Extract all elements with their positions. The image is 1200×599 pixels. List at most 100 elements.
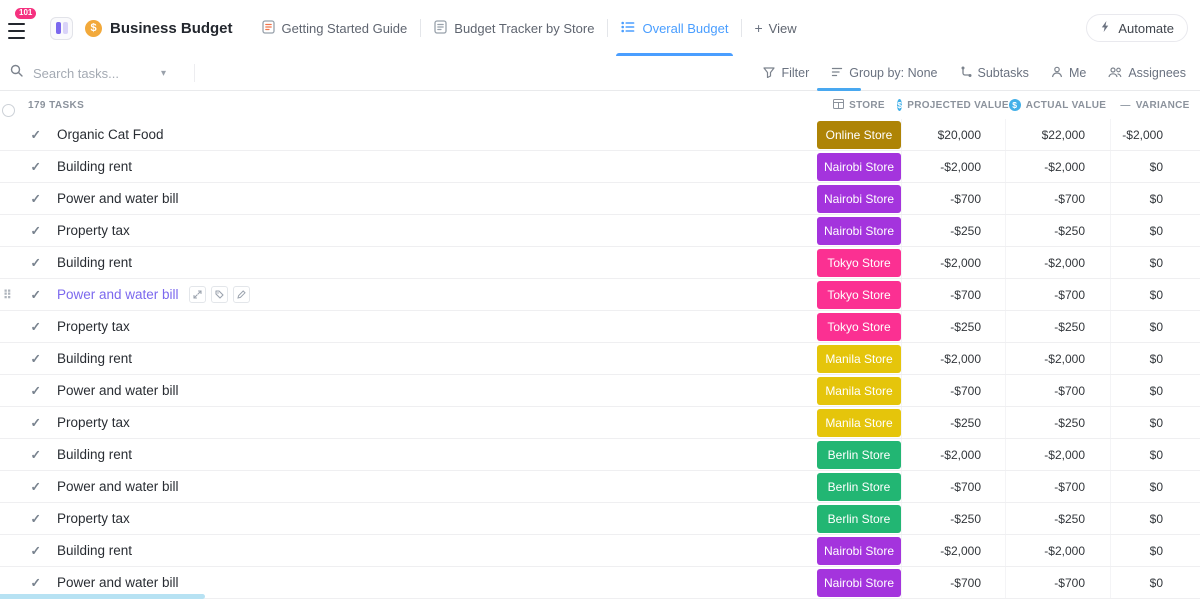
task-name-cell[interactable]: Property tax xyxy=(48,223,817,238)
actual-value-cell[interactable]: -$2,000 xyxy=(1005,247,1110,278)
store-badge[interactable]: Nairobi Store xyxy=(817,536,901,565)
open-task-icon[interactable] xyxy=(188,286,206,303)
projected-value-cell[interactable]: -$2,000 xyxy=(901,439,1005,470)
task-name-cell[interactable]: Power and water bill xyxy=(48,286,817,303)
table-row[interactable]: ⠿ ✓ Power and water bill Berlin Store -$… xyxy=(0,471,1200,503)
store-column-header[interactable]: STORE xyxy=(817,98,901,112)
task-name-cell[interactable]: Power and water bill xyxy=(48,383,817,398)
store-badge[interactable]: Manila Store xyxy=(817,408,901,437)
actual-value-column-header[interactable]: $ ACTUAL VALUE xyxy=(1005,99,1110,111)
store-cell[interactable]: Tokyo Store xyxy=(817,247,901,278)
group-by-button[interactable]: Group by: None xyxy=(831,66,938,81)
task-name[interactable]: Property tax xyxy=(57,223,130,238)
projected-value-cell[interactable]: -$2,000 xyxy=(901,247,1005,278)
variance-value-cell[interactable]: $0 xyxy=(1110,471,1200,502)
store-cell[interactable]: Berlin Store xyxy=(817,503,901,534)
variance-value-cell[interactable]: $0 xyxy=(1110,215,1200,246)
actual-value-cell[interactable]: -$700 xyxy=(1005,567,1110,598)
task-name-cell[interactable]: Building rent xyxy=(48,543,817,558)
horizontal-scrollbar[interactable] xyxy=(0,594,205,599)
task-name[interactable]: Power and water bill xyxy=(57,575,179,590)
store-cell[interactable]: Manila Store xyxy=(817,375,901,406)
table-row[interactable]: ⠿ ✓ Property tax Berlin Store -$250 -$25… xyxy=(0,503,1200,535)
tag-icon[interactable] xyxy=(210,286,228,303)
store-cell[interactable]: Tokyo Store xyxy=(817,279,901,310)
filter-button[interactable]: Filter xyxy=(763,66,809,81)
store-badge[interactable]: Berlin Store xyxy=(817,472,901,501)
table-row[interactable]: ⠿ ✓ Building rent Nairobi Store -$2,000 … xyxy=(0,535,1200,567)
projected-value-cell[interactable]: -$2,000 xyxy=(901,343,1005,374)
actual-value-cell[interactable]: $22,000 xyxy=(1005,119,1110,150)
task-name-cell[interactable]: Building rent xyxy=(48,255,817,270)
task-name-cell[interactable]: Power and water bill xyxy=(48,575,817,590)
actual-value-cell[interactable]: -$250 xyxy=(1005,215,1110,246)
variance-value-cell[interactable]: $0 xyxy=(1110,343,1200,374)
projected-value-cell[interactable]: -$700 xyxy=(901,471,1005,502)
store-badge[interactable]: Nairobi Store xyxy=(817,152,901,181)
store-cell[interactable]: Nairobi Store xyxy=(817,535,901,566)
actual-value-cell[interactable]: -$2,000 xyxy=(1005,535,1110,566)
table-row[interactable]: ⠿ ✓ Property tax Tokyo Store -$250 -$250… xyxy=(0,311,1200,343)
variance-value-cell[interactable]: $0 xyxy=(1110,279,1200,310)
drag-handle-icon[interactable]: ⠿ xyxy=(3,288,12,302)
task-name[interactable]: Property tax xyxy=(57,319,130,334)
sidebar-toggle-icon[interactable] xyxy=(50,16,73,40)
store-badge[interactable]: Nairobi Store xyxy=(817,216,901,245)
store-badge[interactable]: Online Store xyxy=(817,120,901,149)
store-cell[interactable]: Nairobi Store xyxy=(817,567,901,598)
store-cell[interactable]: Tokyo Store xyxy=(817,311,901,342)
task-name-cell[interactable]: Power and water bill xyxy=(48,479,817,494)
tab-getting-started-guide[interactable]: Getting Started Guide xyxy=(249,0,421,56)
table-row[interactable]: ⠿ ✓ Property tax Nairobi Store -$250 -$2… xyxy=(0,215,1200,247)
task-complete-icon[interactable]: ✓ xyxy=(31,447,41,462)
task-name[interactable]: Power and water bill xyxy=(57,287,179,302)
store-badge[interactable]: Nairobi Store xyxy=(817,184,901,213)
variance-value-cell[interactable]: $0 xyxy=(1110,247,1200,278)
assignees-button[interactable]: Assignees xyxy=(1108,66,1186,81)
task-complete-icon[interactable]: ✓ xyxy=(31,159,41,174)
table-row[interactable]: ⠿ ✓ Building rent Manila Store -$2,000 -… xyxy=(0,343,1200,375)
variance-value-cell[interactable]: $0 xyxy=(1110,183,1200,214)
actual-value-cell[interactable]: -$700 xyxy=(1005,375,1110,406)
projected-value-column-header[interactable]: $ PROJECTED VALUE xyxy=(897,99,1008,111)
task-name-cell[interactable]: Property tax xyxy=(48,415,817,430)
variance-value-cell[interactable]: $0 xyxy=(1110,439,1200,470)
task-complete-icon[interactable]: ✓ xyxy=(31,575,41,590)
variance-value-cell[interactable]: $0 xyxy=(1110,503,1200,534)
task-name[interactable]: Building rent xyxy=(57,255,132,270)
store-badge[interactable]: Tokyo Store xyxy=(817,312,901,341)
projected-value-cell[interactable]: -$250 xyxy=(901,407,1005,438)
projected-value-cell[interactable]: -$250 xyxy=(901,503,1005,534)
actual-value-cell[interactable]: -$2,000 xyxy=(1005,439,1110,470)
table-row[interactable]: ⠿ ✓ Power and water bill Nairobi Store -… xyxy=(0,183,1200,215)
table-row[interactable]: ⠿ ✓ Power and water bill Manila Store -$… xyxy=(0,375,1200,407)
variance-value-cell[interactable]: $0 xyxy=(1110,407,1200,438)
task-name-cell[interactable]: Organic Cat Food xyxy=(48,127,817,142)
variance-value-cell[interactable]: $0 xyxy=(1110,535,1200,566)
subtasks-button[interactable]: Subtasks xyxy=(960,66,1029,81)
store-cell[interactable]: Nairobi Store xyxy=(817,215,901,246)
variance-value-cell[interactable]: $0 xyxy=(1110,151,1200,182)
task-complete-icon[interactable]: ✓ xyxy=(31,383,41,398)
task-name[interactable]: Building rent xyxy=(57,447,132,462)
store-cell[interactable]: Manila Store xyxy=(817,343,901,374)
task-complete-icon[interactable]: ✓ xyxy=(31,223,41,238)
task-name-cell[interactable]: Property tax xyxy=(48,511,817,526)
store-cell[interactable]: Berlin Store xyxy=(817,439,901,470)
store-badge[interactable]: Manila Store xyxy=(817,376,901,405)
task-name[interactable]: Building rent xyxy=(57,159,132,174)
projected-value-cell[interactable]: $20,000 xyxy=(901,119,1005,150)
store-badge[interactable]: Tokyo Store xyxy=(817,248,901,277)
task-name-cell[interactable]: Power and water bill xyxy=(48,191,817,206)
task-complete-icon[interactable]: ✓ xyxy=(31,191,41,206)
actual-value-cell[interactable]: -$2,000 xyxy=(1005,343,1110,374)
store-cell[interactable]: Nairobi Store xyxy=(817,151,901,182)
store-badge[interactable]: Tokyo Store xyxy=(817,280,901,309)
variance-value-cell[interactable]: $0 xyxy=(1110,375,1200,406)
actual-value-cell[interactable]: -$250 xyxy=(1005,503,1110,534)
variance-column-header[interactable]: — VARIANCE xyxy=(1110,100,1200,111)
task-name-cell[interactable]: Building rent xyxy=(48,447,817,462)
automate-button[interactable]: Automate xyxy=(1086,14,1188,42)
task-complete-icon[interactable]: ✓ xyxy=(31,511,41,526)
table-row[interactable]: ⠿ ✓ Power and water bill Tokyo Store -$7… xyxy=(0,279,1200,311)
